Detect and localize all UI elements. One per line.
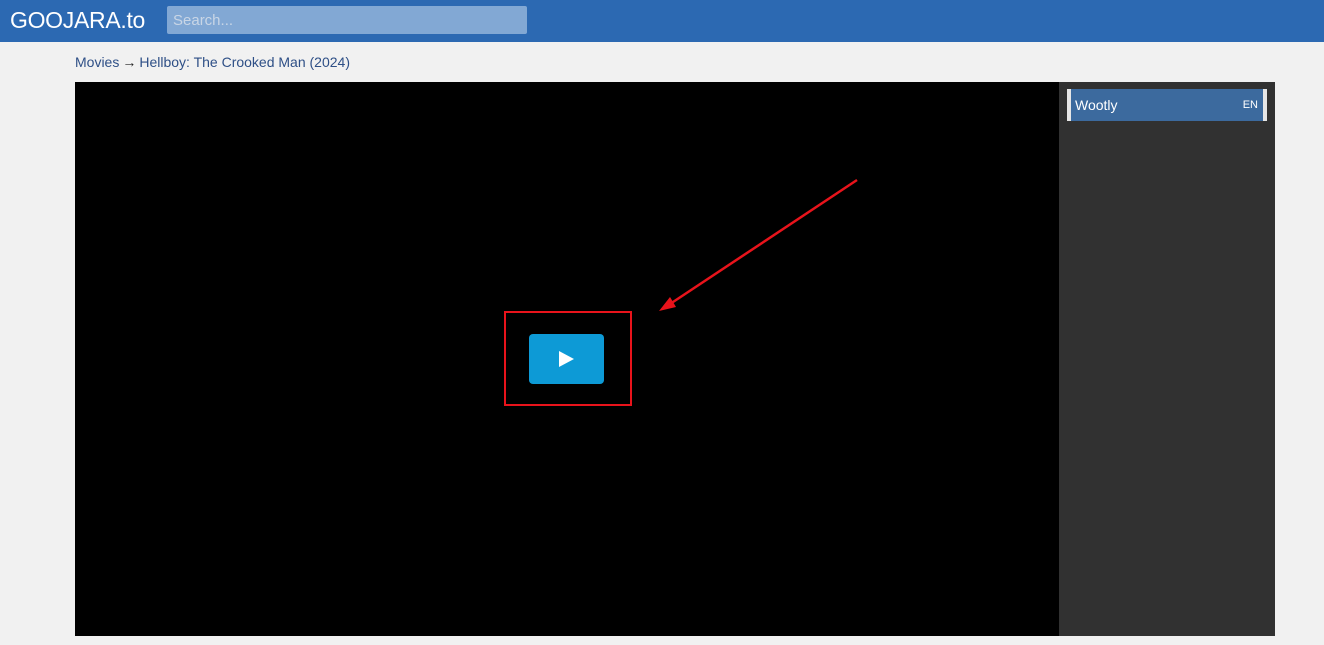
server-language-badge: EN bbox=[1242, 99, 1258, 111]
search-input[interactable] bbox=[167, 6, 527, 34]
server-sidebar: Wootly EN bbox=[1059, 82, 1275, 636]
site-logo[interactable]: GOOJARA.to bbox=[10, 6, 145, 34]
breadcrumb-arrow-separator: → bbox=[122, 54, 137, 70]
breadcrumb-movies-link[interactable]: Movies bbox=[75, 54, 119, 70]
breadcrumb-current-title[interactable]: Hellboy: The Crooked Man (2024) bbox=[139, 54, 350, 70]
video-player[interactable] bbox=[75, 82, 1059, 636]
breadcrumb: Movies → Hellboy: The Crooked Man (2024) bbox=[75, 53, 350, 71]
play-icon bbox=[559, 351, 574, 367]
server-item-wootly[interactable]: Wootly EN bbox=[1067, 89, 1267, 121]
top-nav-bar: GOOJARA.to bbox=[0, 0, 1324, 42]
server-name: Wootly bbox=[1075, 97, 1118, 113]
play-button[interactable] bbox=[529, 334, 604, 384]
